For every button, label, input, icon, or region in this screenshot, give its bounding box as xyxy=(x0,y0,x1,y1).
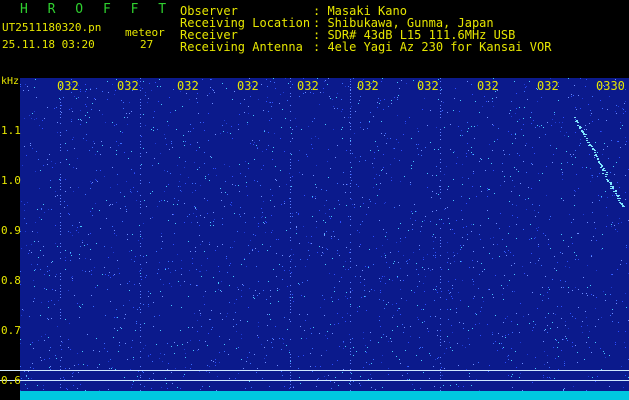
event-count: 27 xyxy=(140,38,154,51)
x-tick-6: 032 xyxy=(357,79,379,93)
y-tick-1-0: 1.0 xyxy=(1,174,21,187)
antenna-value: : 4ele Yagi Az 230 for Kansai VOR xyxy=(313,40,552,54)
signal-floor-bar xyxy=(20,391,629,400)
x-tick-1: 032 xyxy=(57,79,79,93)
x-tick-2: 032 xyxy=(117,79,139,93)
date-time: 25.11.18 03:20 xyxy=(2,38,95,51)
x-tick-5: 032 xyxy=(297,79,319,93)
y-tick-1-1: 1.1 xyxy=(1,124,21,137)
x-tick-10: 0330 xyxy=(596,79,625,93)
y-tick-0-7: 0.7 xyxy=(1,324,21,337)
spectrogram-noise xyxy=(20,78,629,391)
header-panel: H R O F F T UT2511180320.pn meteor 25.11… xyxy=(0,0,629,76)
x-tick-7: 032 xyxy=(417,79,439,93)
marker-line-lower xyxy=(0,380,629,381)
marker-line-upper xyxy=(0,370,629,371)
app-title: H R O F F T xyxy=(20,2,173,17)
file-name: UT2511180320.pn xyxy=(2,21,102,34)
y-tick-0-8: 0.8 xyxy=(1,274,21,287)
antenna-label: Receiving Antenna xyxy=(180,40,303,54)
x-tick-4: 032 xyxy=(237,79,259,93)
y-axis-unit: kHz xyxy=(1,76,20,87)
y-tick-0-6: 0.6 xyxy=(1,374,21,387)
spectrogram-plot xyxy=(20,78,629,391)
y-tick-0-9: 0.9 xyxy=(1,224,21,237)
x-tick-9: 032 xyxy=(537,79,559,93)
x-tick-3: 032 xyxy=(177,79,199,93)
x-tick-8: 032 xyxy=(477,79,499,93)
